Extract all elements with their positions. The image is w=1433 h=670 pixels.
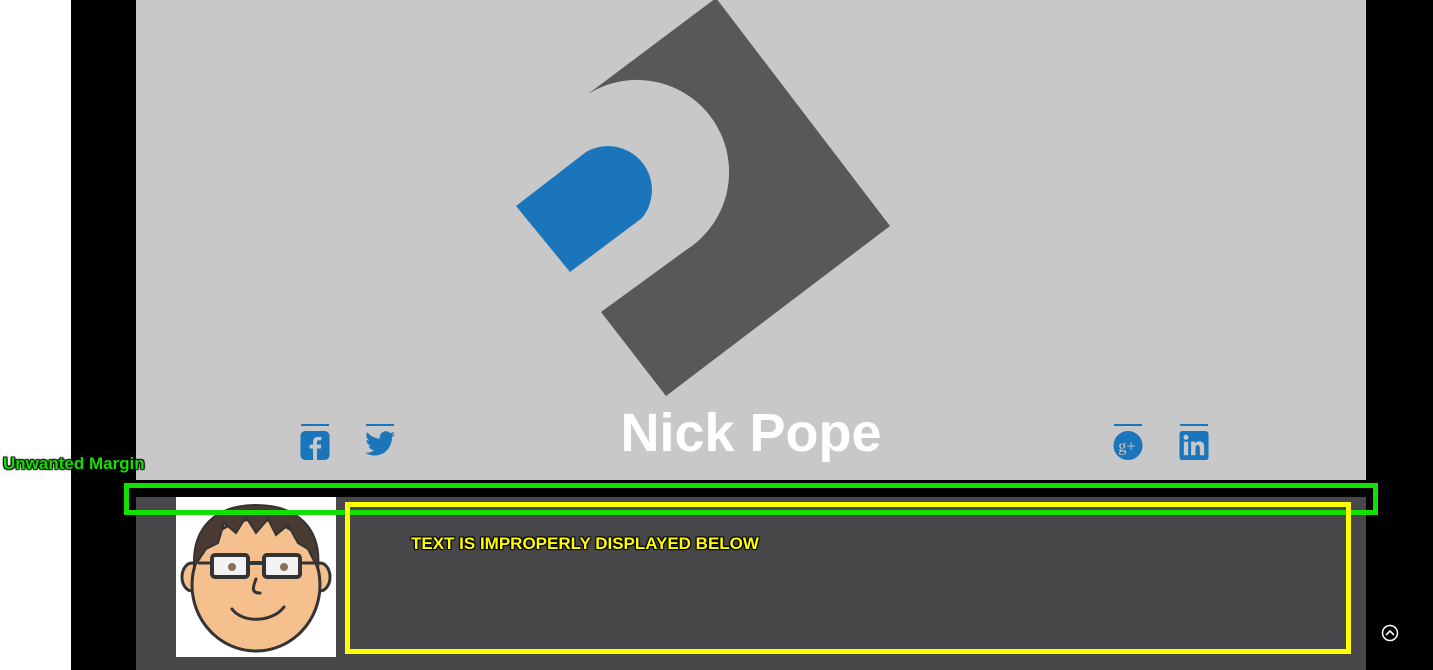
site-logo: [516, 0, 890, 396]
twitter-underline: [366, 424, 394, 426]
improper-text-highlight: [345, 502, 1351, 654]
logo-blue-shape: [516, 146, 652, 272]
improper-text-label: TEXT IS IMPROPERLY DISPLAYED BELOW: [411, 534, 759, 553]
google-plus-link[interactable]: g+: [1113, 424, 1143, 460]
linkedin-link[interactable]: [1179, 424, 1209, 460]
google-plus-icon: g+: [1113, 430, 1143, 460]
chevron-up-circle-icon[interactable]: [1381, 624, 1399, 642]
twitter-icon: [365, 431, 395, 456]
google-plus-underline: [1114, 424, 1142, 426]
avatar: [176, 497, 336, 657]
facebook-icon: [300, 430, 330, 460]
page: Nick Pope g+ Unwanted Margin TEXT IS IMP…: [0, 0, 1433, 670]
linkedin-icon: [1179, 430, 1209, 460]
unwanted-margin-label: Unwanted Margin: [3, 454, 145, 473]
facebook-link[interactable]: [300, 424, 330, 460]
facebook-underline: [301, 424, 329, 426]
svg-text:g+: g+: [1118, 436, 1136, 455]
site-header: Nick Pope g+: [136, 0, 1366, 480]
cartoon-avatar-image: [180, 503, 332, 653]
linkedin-underline: [1180, 424, 1208, 426]
twitter-link[interactable]: [365, 424, 395, 460]
